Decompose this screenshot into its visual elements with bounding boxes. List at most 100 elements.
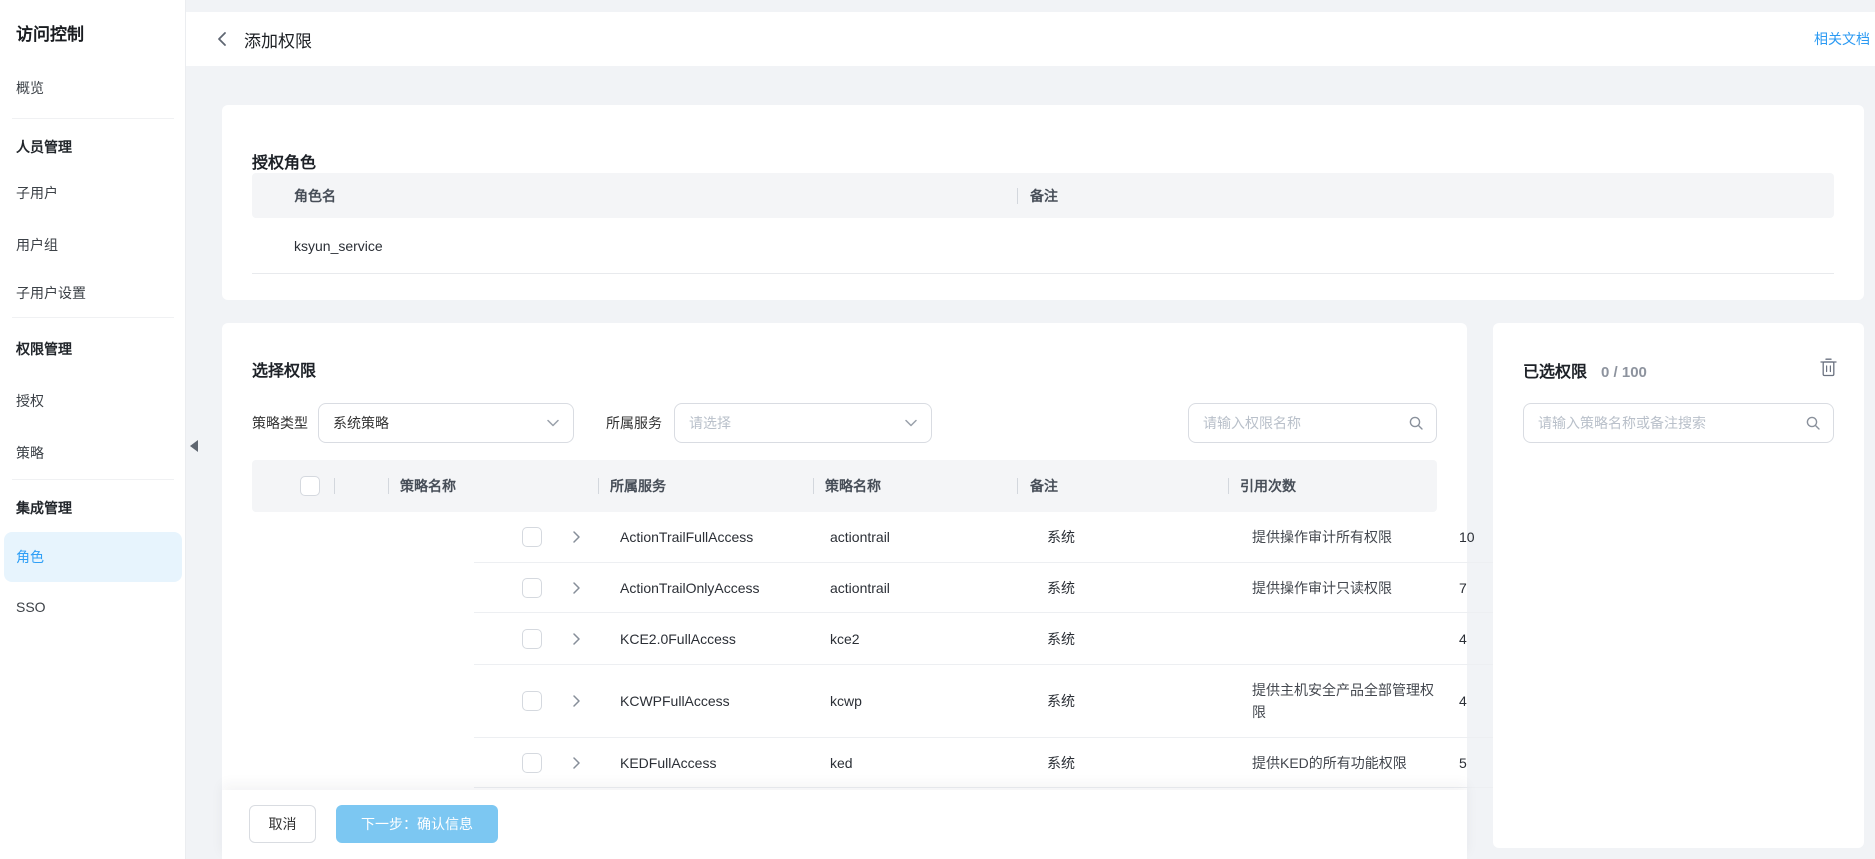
policy-type: 系统	[1047, 691, 1075, 711]
policy-name-column-header: 策略名称	[400, 476, 456, 496]
service-name: actiontrail	[830, 580, 890, 596]
service-name: ked	[830, 755, 853, 771]
ref-count: 5	[1459, 755, 1467, 771]
select-all-checkbox[interactable]	[300, 476, 320, 496]
related-docs-link[interactable]: 相关文档	[1814, 12, 1870, 66]
policy-type: 系统	[1047, 753, 1075, 773]
sidebar-item-overview[interactable]: 概览	[0, 68, 186, 108]
sidebar-title: 访问控制	[16, 20, 84, 45]
divider	[1228, 478, 1229, 494]
role-table-header: 角色名 备注	[252, 173, 1834, 218]
footer-action-bar: 取消 下一步：确认信息	[222, 790, 1467, 859]
policy-name: ActionTrailFullAccess	[620, 529, 753, 545]
back-button[interactable]	[216, 31, 230, 47]
permission-table-header: 策略名称 所属服务 策略名称 备注 引用次数	[252, 460, 1437, 512]
service-name: kcwp	[830, 693, 862, 709]
service-name: kce2	[830, 631, 860, 647]
divider	[12, 479, 174, 480]
divider	[388, 478, 389, 494]
page-header: 添加权限 相关文档	[186, 12, 1875, 66]
row-checkbox[interactable]	[522, 527, 542, 547]
expand-row-icon[interactable]	[572, 756, 581, 770]
sidebar-section-people: 人员管理	[16, 135, 72, 159]
ref-count: 4	[1459, 631, 1467, 647]
row-checkbox[interactable]	[522, 753, 542, 773]
service-placeholder: 请选择	[689, 413, 731, 433]
expand-row-icon[interactable]	[572, 632, 581, 646]
expand-row-icon[interactable]	[572, 581, 581, 595]
row-checkbox[interactable]	[522, 629, 542, 649]
role-table-row: ksyun_service	[252, 218, 1834, 274]
sidebar-item-sso[interactable]: SSO	[0, 587, 186, 627]
chevron-down-icon	[547, 419, 559, 427]
policy-type-value: 系统策略	[333, 413, 389, 433]
table-row: KEDFullAccess ked 系统 提供KED的所有功能权限 5	[474, 738, 1659, 788]
table-row: ActionTrailOnlyAccess actiontrail 系统 提供操…	[474, 563, 1659, 613]
role-card-title: 授权角色	[252, 149, 316, 173]
remark-column-header: 备注	[1030, 186, 1058, 206]
sidebar-item-authorize[interactable]: 授权	[0, 381, 186, 421]
divider	[813, 478, 814, 494]
policy-type-label: 策略类型	[252, 403, 308, 443]
back-title-group: 添加权限	[216, 12, 312, 66]
policy-remark: 提供主机安全产品全部管理权限	[1252, 679, 1434, 723]
search-icon[interactable]	[1805, 415, 1821, 431]
table-row: KCWPFullAccess kcwp 系统 提供主机安全产品全部管理权限 4	[474, 665, 1659, 738]
row-checkbox[interactable]	[522, 578, 542, 598]
search-icon[interactable]	[1408, 415, 1424, 431]
service-name: actiontrail	[830, 529, 890, 545]
selected-card-title: 已选权限	[1523, 358, 1587, 382]
chevron-left-icon	[216, 31, 230, 47]
sidebar-section-permission: 权限管理	[16, 337, 72, 361]
permission-search	[1188, 403, 1437, 443]
trash-icon	[1820, 358, 1837, 377]
chevron-down-icon	[905, 419, 917, 427]
sidebar-item-user-group[interactable]: 用户组	[0, 225, 186, 265]
table-row: ActionTrailFullAccess actiontrail 系统 提供操…	[474, 512, 1659, 563]
cancel-button[interactable]: 取消	[249, 805, 316, 843]
expand-row-icon[interactable]	[572, 530, 581, 544]
row-checkbox[interactable]	[522, 691, 542, 711]
policy-type: 系统	[1047, 578, 1075, 598]
sidebar-item-sub-user[interactable]: 子用户	[0, 173, 186, 213]
permission-search-input[interactable]	[1201, 414, 1408, 432]
sidebar-section-integration: 集成管理	[16, 496, 72, 520]
ref-count: 7	[1459, 580, 1467, 596]
selected-count: 0 / 100	[1601, 364, 1647, 381]
divider	[12, 118, 174, 119]
selected-search-input[interactable]	[1536, 414, 1805, 432]
next-step-button[interactable]: 下一步：确认信息	[336, 805, 498, 843]
policy-name: KCWPFullAccess	[620, 693, 730, 709]
add-permission-page: 访问控制 概览 人员管理 子用户 用户组 子用户设置 权限管理 授权 策略 集成…	[0, 0, 1875, 859]
service-column-header: 所属服务	[610, 476, 666, 496]
sidebar-collapse-handle[interactable]	[186, 424, 202, 468]
sidebar: 访问控制 概览 人员管理 子用户 用户组 子用户设置 权限管理 授权 策略 集成…	[0, 0, 186, 859]
sidebar-item-policy[interactable]: 策略	[0, 433, 186, 473]
policy-type-select[interactable]: 系统策略	[318, 403, 574, 443]
chevron-left-icon	[190, 440, 198, 452]
sidebar-item-sub-user-settings[interactable]: 子用户设置	[0, 273, 186, 313]
policy-name: ActionTrailOnlyAccess	[620, 580, 760, 596]
page-title: 添加权限	[244, 27, 312, 52]
sidebar-item-role-active[interactable]: 角色	[4, 532, 182, 582]
service-select[interactable]: 请选择	[674, 403, 932, 443]
policy-type-column-header: 策略名称	[825, 476, 881, 496]
divider	[1017, 478, 1018, 494]
role-name-value: ksyun_service	[294, 238, 383, 254]
expand-row-icon[interactable]	[572, 694, 581, 708]
select-card-title: 选择权限	[252, 357, 316, 381]
ref-count: 10	[1459, 529, 1475, 545]
divider	[334, 478, 335, 494]
service-label: 所属服务	[606, 403, 662, 443]
selected-title-group: 已选权限 0 / 100	[1523, 358, 1647, 382]
selected-search	[1523, 403, 1834, 443]
divider	[1017, 188, 1018, 204]
clear-selected-button[interactable]	[1820, 358, 1837, 377]
policy-name: KEDFullAccess	[620, 755, 716, 771]
policy-remark: 提供操作审计所有权限	[1252, 526, 1434, 548]
ref-count-column-header: 引用次数	[1240, 476, 1296, 496]
select-permission-card: 选择权限 策略类型 系统策略 所属服务 请选择	[222, 323, 1467, 810]
selected-permissions-card: 已选权限 0 / 100	[1493, 323, 1864, 848]
policy-remark: 提供操作审计只读权限	[1252, 577, 1434, 599]
policy-remark: 提供KED的所有功能权限	[1252, 752, 1434, 774]
